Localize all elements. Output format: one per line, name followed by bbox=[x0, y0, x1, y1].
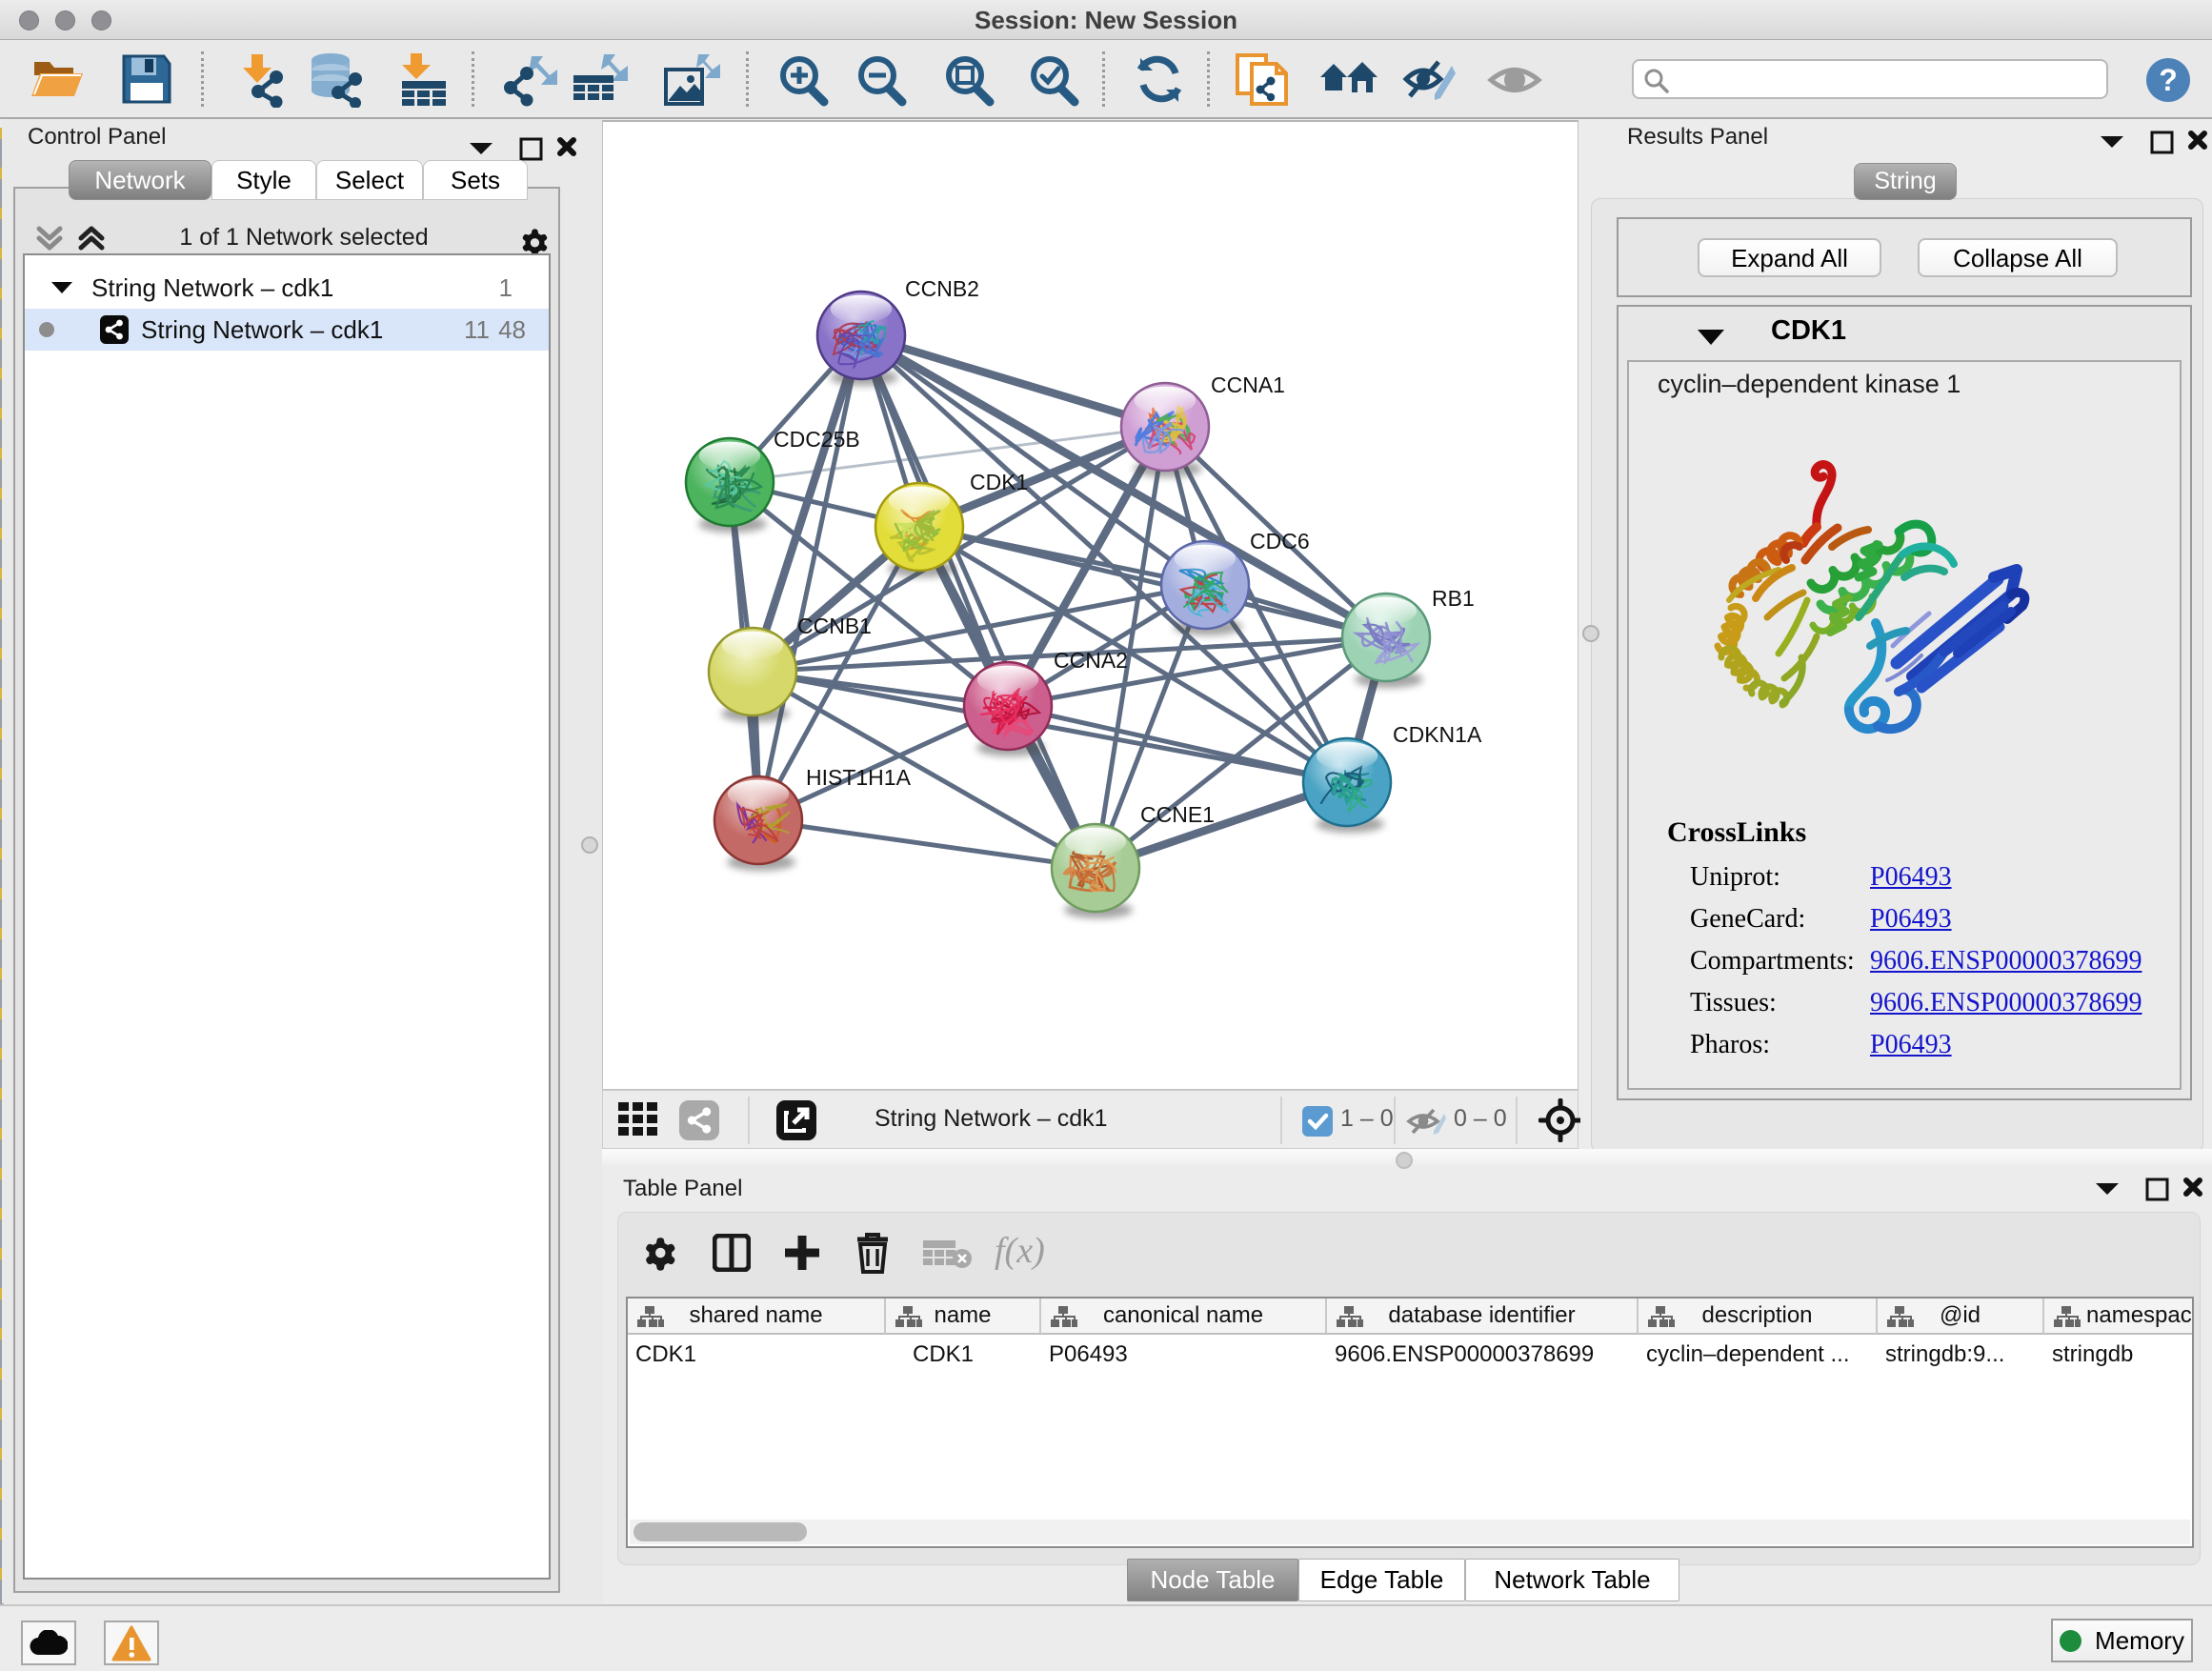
svg-text:CDK1: CDK1 bbox=[970, 470, 1028, 494]
svg-text:CCNA2: CCNA2 bbox=[1054, 648, 1128, 673]
svg-text:CDC25B: CDC25B bbox=[774, 427, 860, 452]
svg-text:CCNB2: CCNB2 bbox=[905, 276, 979, 301]
svg-text:HIST1H1A: HIST1H1A bbox=[806, 765, 912, 790]
svg-text:CCNB1: CCNB1 bbox=[797, 614, 872, 638]
svg-text:CDKN1A: CDKN1A bbox=[1393, 722, 1482, 747]
svg-text:CDC6: CDC6 bbox=[1250, 529, 1310, 554]
svg-text:CCNE1: CCNE1 bbox=[1140, 802, 1215, 827]
svg-text:RB1: RB1 bbox=[1432, 586, 1475, 611]
svg-text:CCNA1: CCNA1 bbox=[1211, 372, 1285, 397]
svg-text:?: ? bbox=[2159, 63, 2178, 97]
